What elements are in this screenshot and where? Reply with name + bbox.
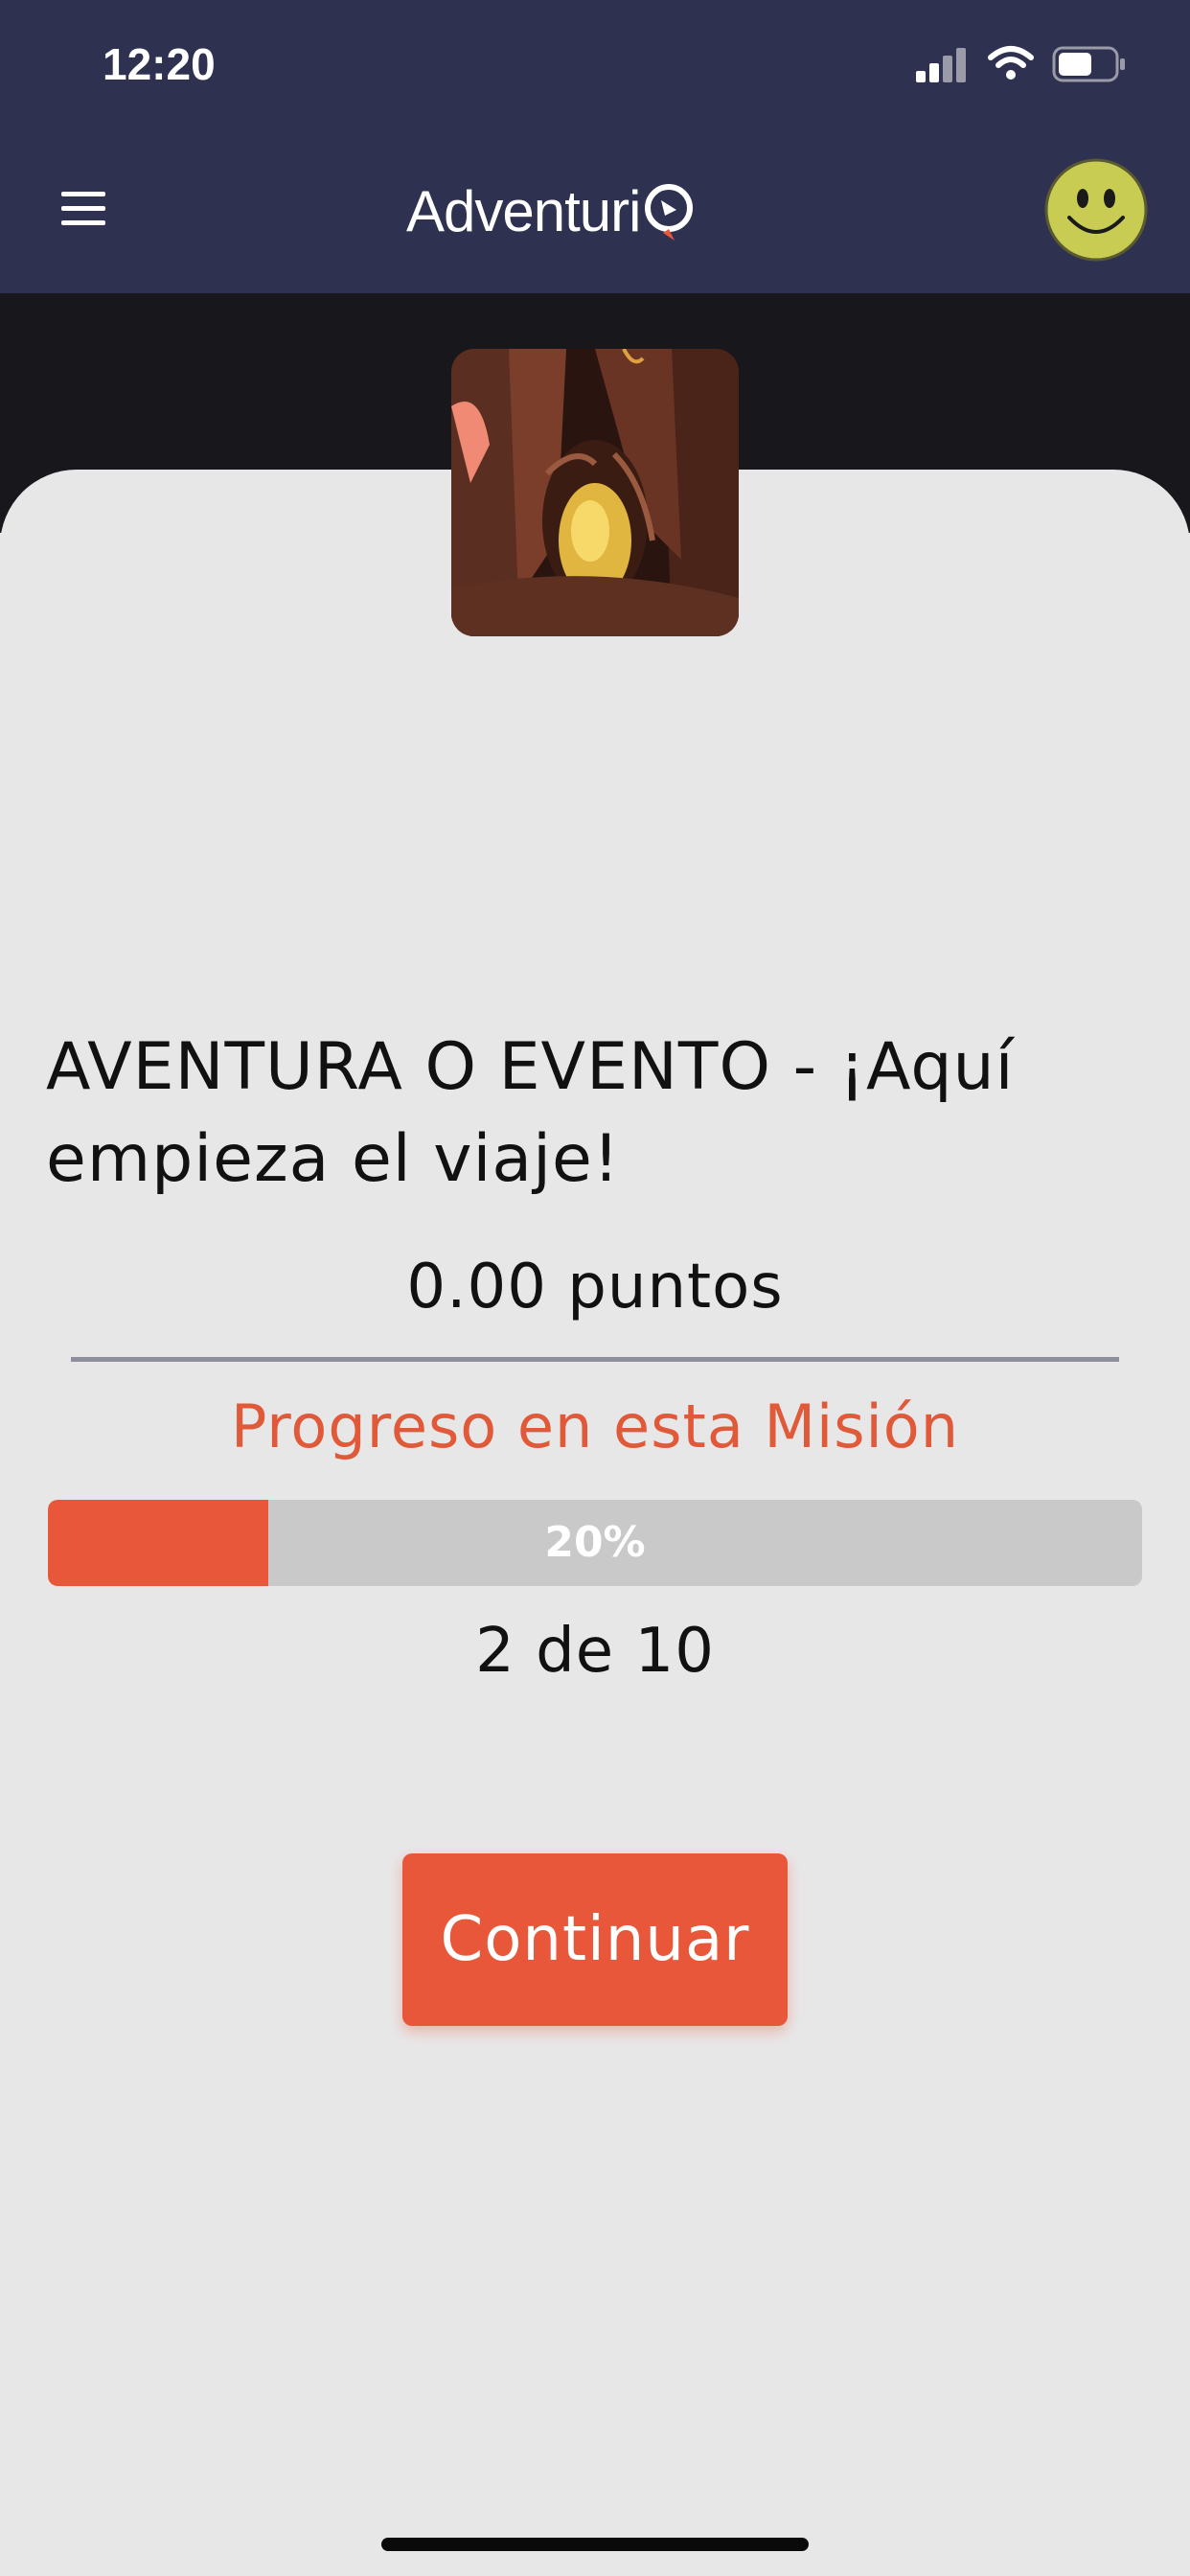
progress-percent: 20% — [544, 1518, 646, 1567]
points-value: 0.00 puntos — [406, 1252, 784, 1322]
logo-mark-icon — [645, 184, 694, 241]
battery-icon — [1052, 46, 1125, 82]
home-indicator — [381, 2538, 809, 2551]
mission-title: AVENTURA O EVENTO - ¡Aquí empieza el via… — [46, 1029, 1015, 1197]
status-time: 12:20 — [103, 39, 216, 89]
continue-button[interactable]: Continuar — [402, 1853, 788, 2026]
hamburger-menu-icon[interactable] — [57, 192, 109, 226]
progress-bar: 20% — [48, 1500, 1142, 1586]
wifi-icon — [988, 46, 1034, 80]
mission-image — [451, 349, 739, 636]
app-logo: Adventuri — [406, 171, 698, 251]
cave-illustration — [451, 349, 739, 636]
cellular-signal-icon — [916, 48, 970, 82]
progress-counter: 2 de 10 — [475, 1616, 715, 1687]
logo-text: Adventuri — [406, 178, 641, 243]
divider — [71, 1357, 1119, 1362]
app-header: 12:20 Adventuri — [0, 0, 1190, 293]
progress-label: Progreso en esta Misión — [230, 1392, 959, 1461]
smiley-face-icon[interactable] — [1044, 158, 1148, 262]
